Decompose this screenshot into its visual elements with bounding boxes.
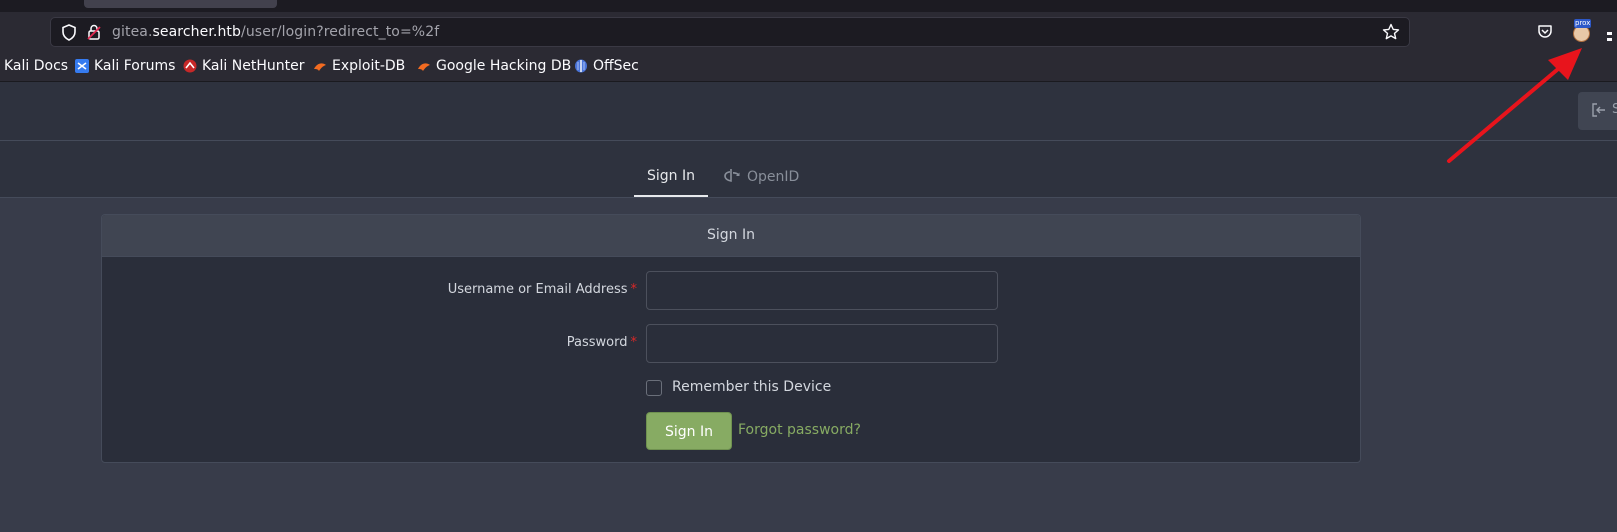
overflow-menu-icon[interactable]: [1606, 29, 1616, 48]
ghdb-icon: [417, 59, 431, 73]
login-tabs: Sign In OpenID: [0, 141, 1617, 198]
bookmark-offsec[interactable]: OffSec: [574, 58, 639, 74]
password-input[interactable]: [646, 324, 998, 363]
url-text[interactable]: gitea.searcher.htb/user/login?redirect_t…: [112, 24, 439, 40]
bookmark-label: OffSec: [593, 58, 639, 74]
browser-tab-strip: [0, 0, 1617, 12]
header-sign-in-button[interactable]: S: [1578, 92, 1617, 130]
url-bar[interactable]: gitea.searcher.htb/user/login?redirect_t…: [50, 17, 1410, 47]
username-input[interactable]: [646, 271, 998, 310]
bookmark-label: Kali Docs: [4, 58, 69, 74]
pocket-icon[interactable]: [1537, 23, 1553, 43]
sign-in-icon: [1592, 103, 1606, 121]
site-header: S: [0, 82, 1617, 141]
extension-tag: prox: [1574, 19, 1592, 28]
sign-in-submit-button[interactable]: Sign In: [646, 412, 732, 450]
remember-device-label[interactable]: Remember this Device: [672, 379, 831, 395]
tab-openid-label: OpenID: [747, 169, 800, 185]
bookmark-label: Google Hacking DB: [436, 58, 572, 74]
required-marker: *: [630, 335, 638, 350]
required-marker: *: [630, 282, 638, 297]
browser-tab[interactable]: [84, 0, 277, 8]
insecure-lock-icon[interactable]: [87, 24, 101, 45]
password-label-text: Password: [566, 335, 628, 350]
url-subdomain: gitea.: [112, 24, 153, 40]
remember-device-checkbox[interactable]: [646, 380, 662, 396]
tracking-shield-icon[interactable]: [61, 24, 77, 45]
nethunter-icon: [183, 59, 197, 73]
browser-navbar: gitea.searcher.htb/user/login?redirect_t…: [0, 12, 1617, 52]
offsec-icon: [574, 59, 588, 73]
bookmark-star-icon[interactable]: [1382, 23, 1400, 45]
card-title: Sign In: [102, 215, 1360, 257]
bookmark-label: Exploit-DB: [332, 58, 406, 74]
bookmark-google-hacking-db[interactable]: Google Hacking DB: [417, 58, 571, 74]
sign-in-card: Sign In Username or Email Address * Passw…: [101, 214, 1361, 463]
tab-openid[interactable]: OpenID: [724, 168, 799, 186]
forgot-password-link[interactable]: Forgot password?: [738, 422, 861, 438]
openid-icon: [724, 168, 740, 186]
bookmark-label: Kali NetHunter: [202, 58, 305, 74]
exploitdb-icon: [313, 59, 327, 73]
url-domain: searcher.htb: [152, 24, 242, 40]
username-label: Username or Email Address *: [448, 282, 637, 297]
bookmark-kali-forums[interactable]: Kali Forums: [75, 58, 175, 74]
tab-sign-in-label: Sign In: [647, 168, 695, 184]
url-path: /user/login?redirect_to=%2f: [241, 24, 440, 40]
username-label-text: Username or Email Address: [447, 282, 628, 297]
bookmarks-toolbar: Kali Docs Kali Forums Kali NetHunter Exp…: [0, 52, 1617, 82]
bookmark-label: Kali Forums: [94, 58, 176, 74]
header-sign-in-label: S: [1612, 102, 1617, 117]
kali-forums-icon: [75, 59, 89, 73]
bookmark-kali-nethunter[interactable]: Kali NetHunter: [183, 58, 304, 74]
bookmark-exploit-db[interactable]: Exploit-DB: [313, 58, 405, 74]
tab-sign-in[interactable]: Sign In: [634, 168, 708, 197]
proxy-extension-icon[interactable]: prox: [1570, 19, 1592, 42]
bookmark-kali-docs[interactable]: Kali Docs: [4, 58, 68, 74]
password-label: Password *: [567, 335, 637, 350]
